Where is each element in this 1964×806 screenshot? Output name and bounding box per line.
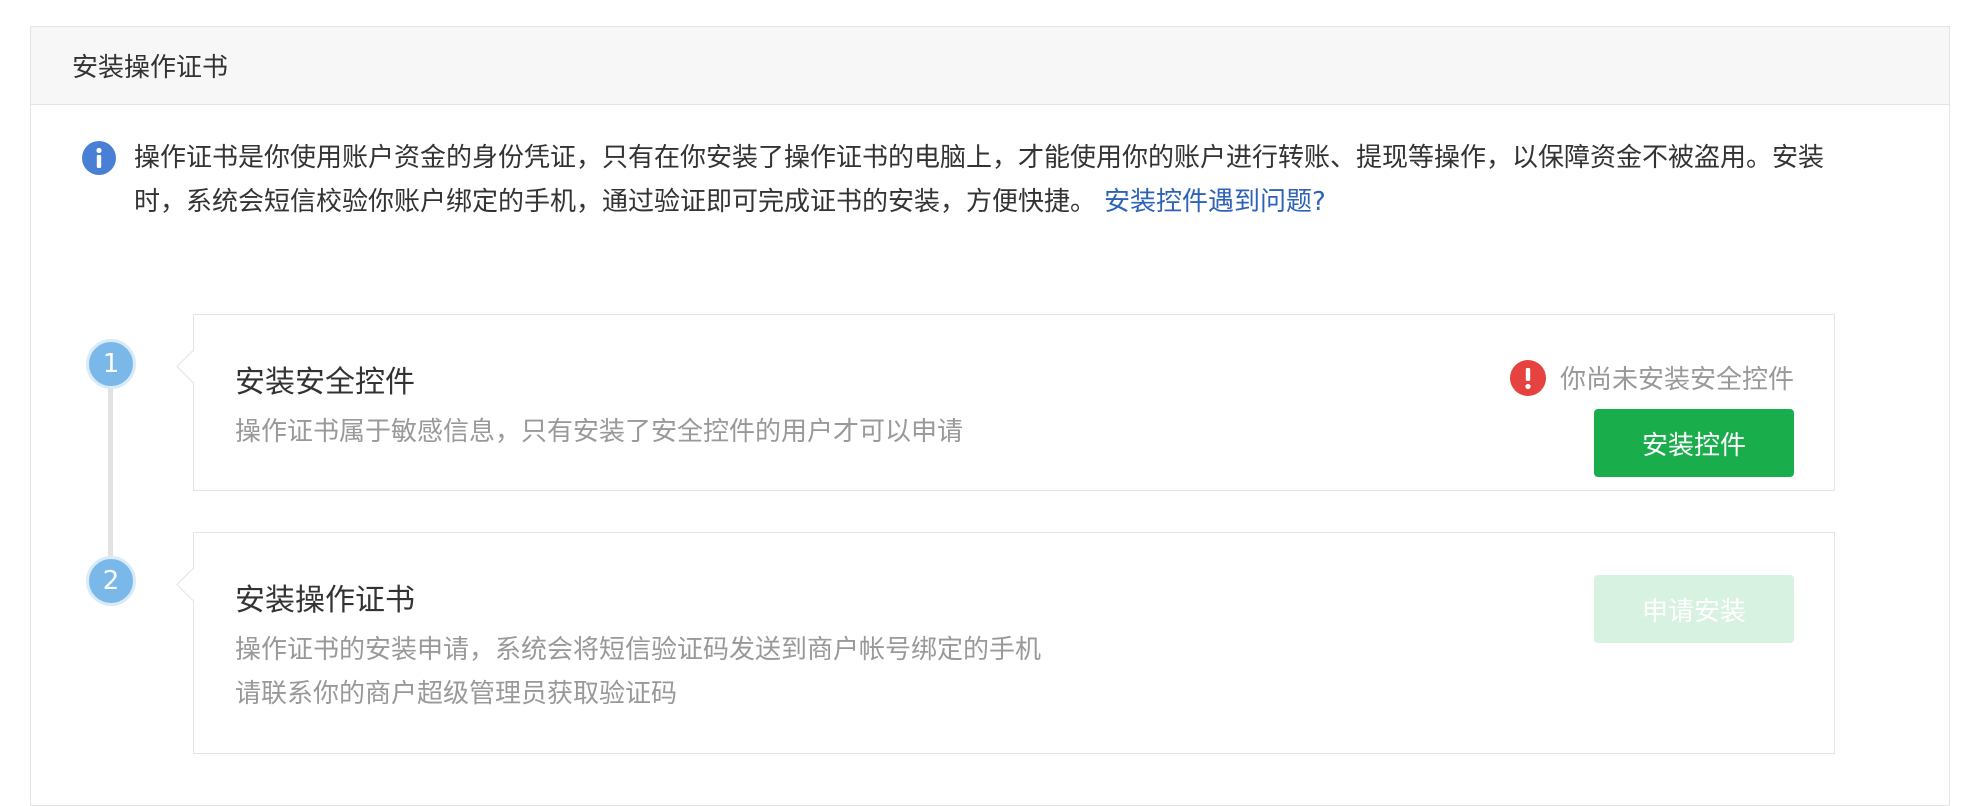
notice: 操作证书是你使用账户资金的身份凭证，只有在你安装了操作证书的电脑上，才能使用你的… [82, 136, 1862, 224]
step-1-indicator: 1 [86, 339, 136, 389]
step-1-card: 安装安全控件 操作证书属于敏感信息，只有安装了安全控件的用户才可以申请 你尚未安… [193, 314, 1835, 491]
install-help-link[interactable]: 安装控件遇到问题? [1104, 187, 1326, 217]
notice-text: 操作证书是你使用账户资金的身份凭证，只有在你安装了操作证书的电脑上，才能使用你的… [134, 136, 1862, 224]
control-status: 你尚未安装安全控件 [1509, 359, 1794, 396]
install-control-button[interactable]: 安装控件 [1594, 409, 1794, 477]
warning-icon [1509, 359, 1546, 396]
step-1-title: 安装安全控件 [235, 365, 415, 400]
step-2-description-line1: 操作证书的安装申请，系统会将短信验证码发送到商户帐号绑定的手机 [235, 635, 1042, 665]
apply-install-button[interactable]: 申请安装 [1594, 575, 1794, 643]
info-icon [82, 141, 116, 175]
step-2-card: 安装操作证书 操作证书的安装申请，系统会将短信验证码发送到商户帐号绑定的手机 请… [193, 532, 1835, 754]
notice-body: 操作证书是你使用账户资金的身份凭证，只有在你安装了操作证书的电脑上，才能使用你的… [134, 143, 1825, 217]
timeline-connector [108, 364, 113, 574]
panel-header: 安装操作证书 [31, 27, 1949, 105]
step-2-title: 安装操作证书 [235, 583, 415, 618]
step-2-description-line2: 请联系你的商户超级管理员获取验证码 [235, 679, 678, 709]
panel-title: 安装操作证书 [72, 53, 229, 83]
control-status-text: 你尚未安装安全控件 [1559, 365, 1794, 395]
step-1-description: 操作证书属于敏感信息，只有安装了安全控件的用户才可以申请 [235, 417, 964, 447]
step-2-indicator: 2 [86, 556, 136, 606]
